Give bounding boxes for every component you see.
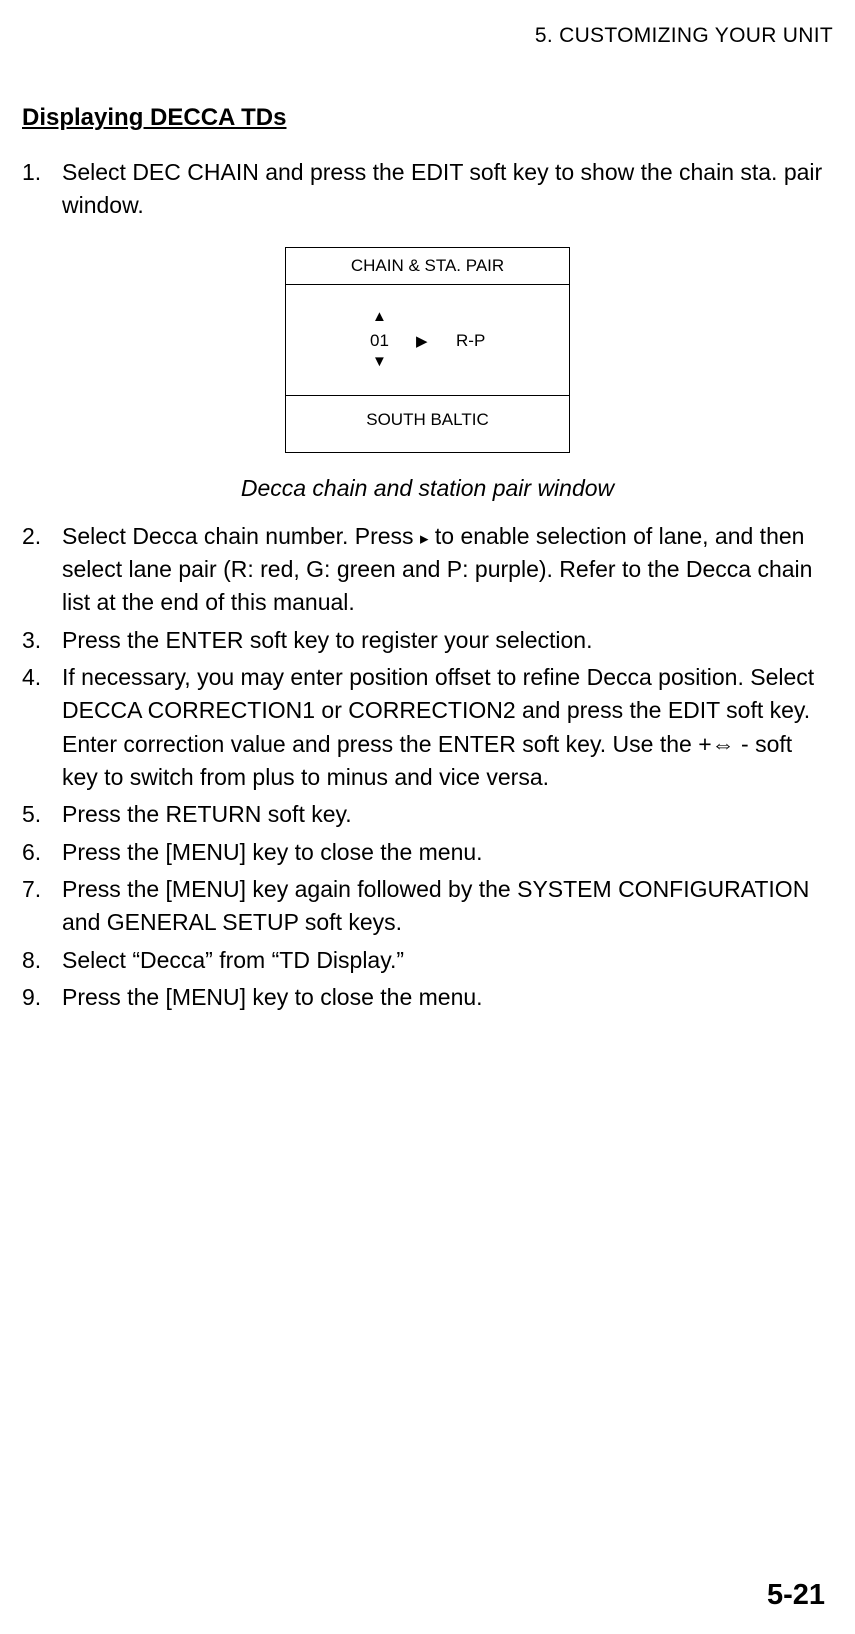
- step-2: 2. Select Decca chain number. Press ▸ to…: [22, 520, 833, 620]
- step-text: Press the [MENU] key again followed by t…: [62, 873, 833, 940]
- step-text: Select Decca chain number. Press ▸ to en…: [62, 520, 833, 620]
- step-number: 9.: [22, 981, 62, 1014]
- step-number: 1.: [22, 156, 62, 223]
- figure-caption: Decca chain and station pair window: [22, 475, 833, 502]
- step-text: Press the ENTER soft key to register you…: [62, 624, 833, 657]
- step-5: 5. Press the RETURN soft key.: [22, 798, 833, 831]
- figure-footer: SOUTH BALTIC: [286, 395, 569, 452]
- step-text: If necessary, you may enter position off…: [62, 661, 833, 794]
- step-number: 4.: [22, 661, 62, 794]
- figure-header: CHAIN & STA. PAIR: [286, 248, 569, 285]
- step-number: 5.: [22, 798, 62, 831]
- step-9: 9. Press the [MENU] key to close the men…: [22, 981, 833, 1014]
- chain-number: 01: [370, 331, 389, 351]
- step-number: 6.: [22, 836, 62, 869]
- right-triangle-icon: ▸: [420, 527, 429, 552]
- step-number: 8.: [22, 944, 62, 977]
- double-arrow-icon: ⇔: [712, 728, 735, 761]
- step-text: Press the RETURN soft key.: [62, 798, 833, 831]
- step-6: 6. Press the [MENU] key to close the men…: [22, 836, 833, 869]
- step-1: 1. Select DEC CHAIN and press the EDIT s…: [22, 156, 833, 223]
- step-text-part: Select Decca chain number. Press: [62, 523, 420, 549]
- step-4: 4. If necessary, you may enter position …: [22, 661, 833, 794]
- step-text-part: If necessary, you may enter position off…: [62, 664, 814, 757]
- right-arrow-icon: ▶: [416, 332, 428, 350]
- step-text: Select “Decca” from “TD Display.”: [62, 944, 833, 977]
- step-text: Select DEC CHAIN and press the EDIT soft…: [62, 156, 833, 223]
- step-3: 3. Press the ENTER soft key to register …: [22, 624, 833, 657]
- chapter-header: 5. CUSTOMIZING YOUR UNIT: [22, 24, 833, 48]
- figure-container: CHAIN & STA. PAIR ▲ 01 ▼ ▶ R-P SOUTH BAL…: [22, 247, 833, 502]
- chain-sta-pair-window: CHAIN & STA. PAIR ▲ 01 ▼ ▶ R-P SOUTH BAL…: [285, 247, 570, 453]
- step-number: 7.: [22, 873, 62, 940]
- down-arrow-icon: ▼: [372, 353, 387, 370]
- lane-pair-value: R-P: [456, 331, 485, 351]
- step-number: 2.: [22, 520, 62, 620]
- up-arrow-icon: ▲: [372, 308, 387, 325]
- figure-body: ▲ 01 ▼ ▶ R-P: [286, 285, 569, 395]
- step-8: 8. Select “Decca” from “TD Display.”: [22, 944, 833, 977]
- step-text: Press the [MENU] key to close the menu.: [62, 981, 833, 1014]
- page-number: 5-21: [767, 1579, 825, 1612]
- step-text: Press the [MENU] key to close the menu.: [62, 836, 833, 869]
- step-number: 3.: [22, 624, 62, 657]
- section-title: Displaying DECCA TDs: [22, 104, 833, 132]
- step-7: 7. Press the [MENU] key again followed b…: [22, 873, 833, 940]
